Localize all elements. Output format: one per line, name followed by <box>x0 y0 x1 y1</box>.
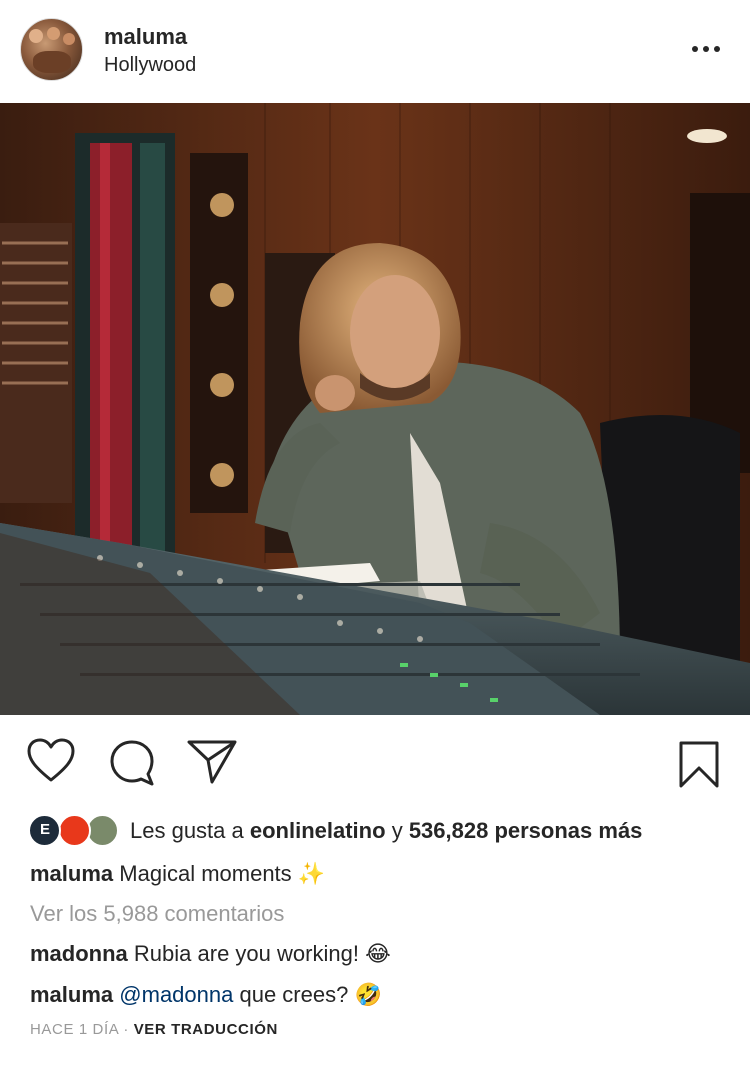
translate-link[interactable]: VER TRADUCCIÓN <box>134 1021 278 1038</box>
comment-mention[interactable]: @madonna <box>119 982 233 1007</box>
post-meta: HACE 1 DÍA · VER TRADUCCIÓN <box>30 1021 278 1038</box>
comment-icon[interactable] <box>108 738 156 786</box>
comment-row: maluma @madonna que crees? 🤣 <box>30 982 382 1008</box>
likes-connector: y <box>391 818 403 843</box>
avatar[interactable] <box>20 18 83 81</box>
post-photo[interactable] <box>0 103 750 715</box>
rofl-emoji: 🤣 <box>354 982 382 1007</box>
laughing-emoji: 😂 <box>365 941 391 966</box>
post-location[interactable]: Hollywood <box>104 54 196 77</box>
caption-username[interactable]: maluma <box>30 861 113 886</box>
meta-separator: · <box>123 1021 129 1038</box>
comment-text: Rubia are you working! <box>133 941 359 966</box>
more-dots-icon[interactable] <box>686 34 726 64</box>
likes-prefix: Les gusta a <box>130 818 244 843</box>
post-timestamp: HACE 1 DÍA <box>30 1021 119 1038</box>
caption: maluma Magical moments ✨ <box>30 861 325 887</box>
comment-username[interactable]: maluma <box>30 982 113 1007</box>
post-username[interactable]: maluma <box>104 24 187 50</box>
send-icon[interactable] <box>186 738 238 784</box>
likes-summary[interactable]: E Les gusta a eonlinelatino y 536,828 pe… <box>28 812 728 850</box>
comment-username[interactable]: madonna <box>30 941 128 966</box>
heart-icon[interactable] <box>26 738 76 784</box>
sparkles-emoji: ✨ <box>297 861 326 886</box>
studio-photo <box>0 103 750 715</box>
caption-text: Magical moments <box>119 861 292 886</box>
first-liker-link[interactable]: eonlinelatino <box>250 818 386 843</box>
comment-text: que crees? <box>239 982 349 1007</box>
view-all-comments[interactable]: Ver los 5,988 comentarios <box>30 901 284 927</box>
liker-avatar <box>58 814 91 847</box>
comment-row: madonna Rubia are you working! 😂 <box>30 941 391 967</box>
likes-count-link[interactable]: 536,828 personas más <box>409 818 643 843</box>
likes-text: Les gusta a eonlinelatino y 536,828 pers… <box>130 818 642 844</box>
liker-avatar: E <box>28 814 61 847</box>
bookmark-icon[interactable] <box>678 740 720 790</box>
post-header: maluma Hollywood <box>0 0 750 103</box>
action-bar <box>0 730 750 800</box>
